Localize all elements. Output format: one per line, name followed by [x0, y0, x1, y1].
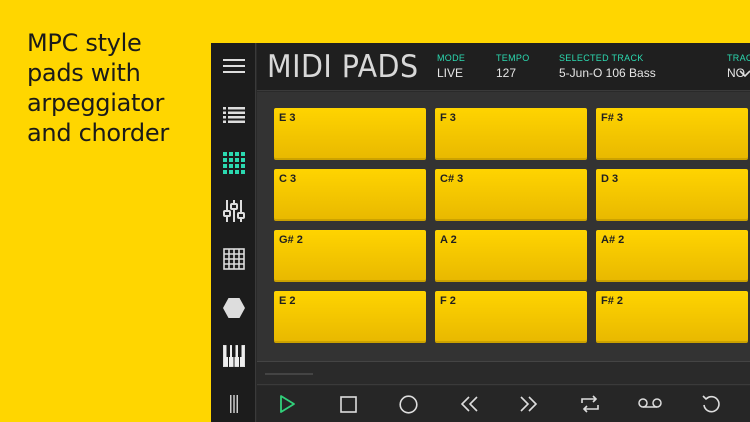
mode-field[interactable]: MODE LIVE	[437, 53, 465, 80]
pad-label: D 3	[601, 173, 619, 185]
undo-button[interactable]	[698, 392, 724, 416]
pad-f2[interactable]: F 2	[435, 291, 587, 343]
pad-asharp2[interactable]: A# 2	[596, 230, 748, 282]
record-button[interactable]	[395, 392, 421, 416]
nav-item-pads[interactable]	[211, 143, 256, 183]
pad-label: A# 2	[601, 234, 625, 246]
record-icon	[398, 394, 418, 414]
tape-button[interactable]	[637, 392, 663, 416]
pad-fsharp3[interactable]: F# 3	[596, 108, 748, 160]
side-navigation	[211, 43, 256, 422]
pad-label: F# 2	[601, 295, 624, 307]
nav-item-piano[interactable]	[211, 336, 256, 376]
nav-bottom-handle[interactable]	[211, 386, 256, 422]
selected-track-field[interactable]: SELECTED TRACK 5-Jun-O 106 Bass	[559, 53, 656, 80]
pad-a2[interactable]: A 2	[435, 230, 587, 282]
pad-e2[interactable]: E 2	[274, 291, 426, 343]
pad-csharp3[interactable]: C# 3	[435, 169, 587, 221]
hamburger-icon	[222, 59, 245, 73]
tape-icon	[638, 398, 662, 408]
piano-icon	[222, 345, 245, 367]
pad-label: F 2	[440, 295, 456, 307]
tempo-value: 127	[496, 66, 517, 80]
transport-bar	[257, 386, 750, 422]
rewind-button[interactable]	[456, 392, 482, 416]
mixer-icon	[222, 200, 245, 222]
pad-gsharp2[interactable]: G# 2	[274, 230, 426, 282]
loop-button[interactable]	[577, 392, 603, 416]
pad-label: F 3	[440, 112, 456, 124]
nav-item-grid[interactable]	[211, 239, 256, 279]
loop-icon	[581, 395, 599, 413]
pad-fsharp2[interactable]: F# 2	[596, 291, 748, 343]
grid-icon	[222, 248, 245, 270]
selected-track-label: SELECTED TRACK	[559, 53, 644, 63]
page-title: MIDI PADS	[267, 49, 419, 85]
track-extra-value: NO	[727, 66, 745, 80]
tempo-label: TEMPO	[496, 53, 530, 63]
mode-label: MODE	[437, 53, 466, 63]
nav-item-list[interactable]	[211, 95, 256, 135]
tempo-field[interactable]: TEMPO 127	[496, 53, 530, 80]
play-icon	[280, 395, 295, 413]
selected-track-value: 5-Jun-O 106 Bass	[559, 66, 656, 80]
pad-f3[interactable]: F 3	[435, 108, 587, 160]
scrollbar-thumb[interactable]	[265, 373, 313, 375]
track-extra-field[interactable]: TRACK NO	[727, 53, 750, 80]
pad-label: E 3	[279, 112, 296, 124]
mode-value: LIVE	[437, 66, 464, 80]
horizontal-scrollbar[interactable]	[257, 363, 750, 385]
bars-icon	[229, 395, 238, 413]
pad-c3[interactable]: C 3	[274, 169, 426, 221]
nav-item-hexagon[interactable]	[211, 288, 256, 328]
pad-label: C# 3	[440, 173, 464, 185]
pad-label: F# 3	[601, 112, 624, 124]
app-window: MIDI PADS MODE LIVE TEMPO 127 SELECTED T…	[211, 43, 750, 422]
pad-grid: E 3 F 3 F# 3 C 3 C# 3 D 3 G# 2 A 2 A# 2 …	[257, 92, 750, 362]
list-icon	[222, 107, 245, 123]
track-extra-label: TRACK	[727, 53, 750, 63]
stop-icon	[339, 395, 357, 413]
pad-label: C 3	[279, 173, 297, 185]
pad-label: A 2	[440, 234, 457, 246]
undo-icon	[702, 395, 720, 413]
stop-button[interactable]	[335, 392, 361, 416]
hexagon-icon	[222, 298, 245, 318]
rewind-icon	[460, 396, 478, 412]
pad-e3[interactable]: E 3	[274, 108, 426, 160]
header-bar: MIDI PADS MODE LIVE TEMPO 127 SELECTED T…	[257, 43, 750, 91]
pad-label: E 2	[279, 295, 296, 307]
play-button[interactable]	[274, 392, 300, 416]
hamburger-menu-button[interactable]	[211, 46, 256, 86]
pad-d3[interactable]: D 3	[596, 169, 748, 221]
nav-item-mixer[interactable]	[211, 191, 256, 231]
promo-caption: MPC style pads with arpeggiator and chor…	[27, 29, 169, 147]
fast-forward-button[interactable]	[516, 392, 542, 416]
fast-forward-icon	[520, 396, 538, 412]
pads-icon	[222, 152, 245, 174]
pad-label: G# 2	[279, 234, 303, 246]
